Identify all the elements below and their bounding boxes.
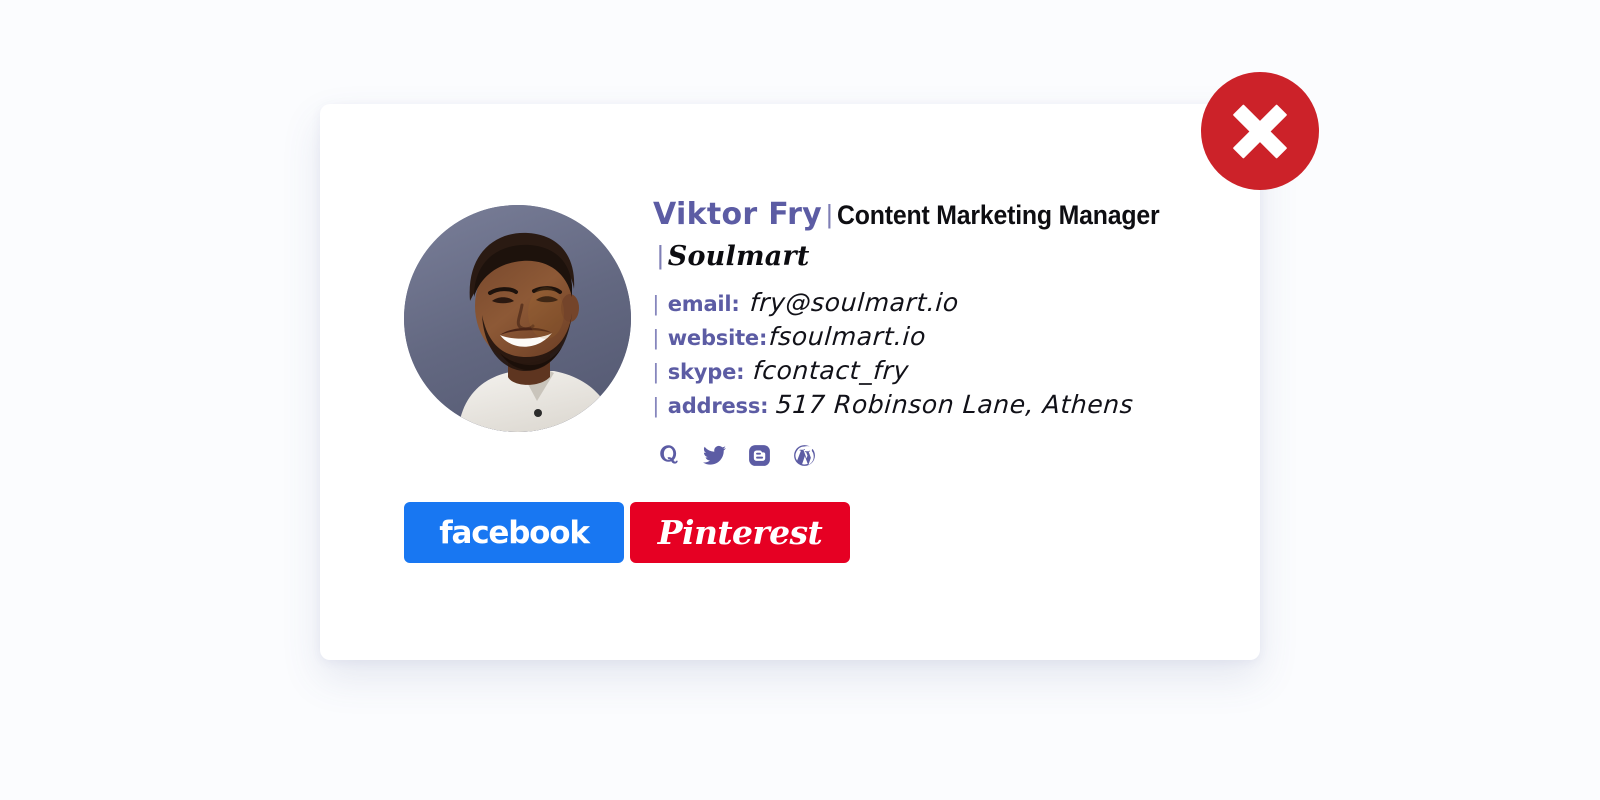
contact-row-email: | email: fry@soulmart.io [653,288,1213,322]
row-bar: | [653,358,659,384]
contact-row-address: | address: 517 Robinson Lane, Athens [653,390,1213,424]
headline-separator: | [826,199,833,229]
contact-row-skype: | skype: fcontact_fry [653,356,1213,390]
cta-buttons: facebook Pinterest [404,502,850,563]
avatar [404,205,631,432]
blogger-icon[interactable] [746,442,773,469]
row-bar: | [653,324,659,350]
pinterest-button-label: Pinterest [657,513,823,552]
contact-list: | email: fry@soulmart.io | website: fsou… [653,288,1213,424]
contact-value-address: 517 Robinson Lane, Athens [775,389,1135,419]
profile-info: Viktor Fry | Content Marketing Manager | So… [653,198,1213,469]
social-links [656,442,1213,469]
profile-name: Viktor Fry [653,197,823,232]
contact-value-skype[interactable]: fcontact_fry [752,356,910,385]
row-bar: | [653,392,659,418]
profile-company: Soulmart [667,240,810,272]
profile-photo-graphic [404,205,631,432]
contact-value-website[interactable]: fsoulmart.io [768,322,927,351]
facebook-button[interactable]: facebook [404,502,624,563]
contact-label-address: address: [667,393,769,418]
contact-label-website: website: [667,325,768,350]
quora-icon[interactable] [656,442,683,469]
pinterest-button[interactable]: Pinterest [630,502,850,563]
close-button[interactable] [1201,72,1319,190]
contact-label-skype: skype: [667,359,745,384]
company-separator: | [657,239,664,270]
wordpress-icon[interactable] [791,442,818,469]
headline: Viktor Fry | Content Marketing Manager [653,198,1213,232]
row-bar: | [653,290,659,316]
facebook-button-label: facebook [439,514,590,551]
profile-job-title: Content Marketing Manager [836,200,1160,230]
company-line: | Soulmart [653,242,1213,270]
contact-label-email: email: [667,291,740,316]
contact-card: Viktor Fry | Content Marketing Manager | So… [320,104,1260,660]
contact-value-email[interactable]: fry@soulmart.io [749,288,960,317]
contact-row-website: | website: fsoulmart.io [653,322,1213,356]
close-x-icon [1229,100,1291,162]
twitter-icon[interactable] [701,442,728,469]
